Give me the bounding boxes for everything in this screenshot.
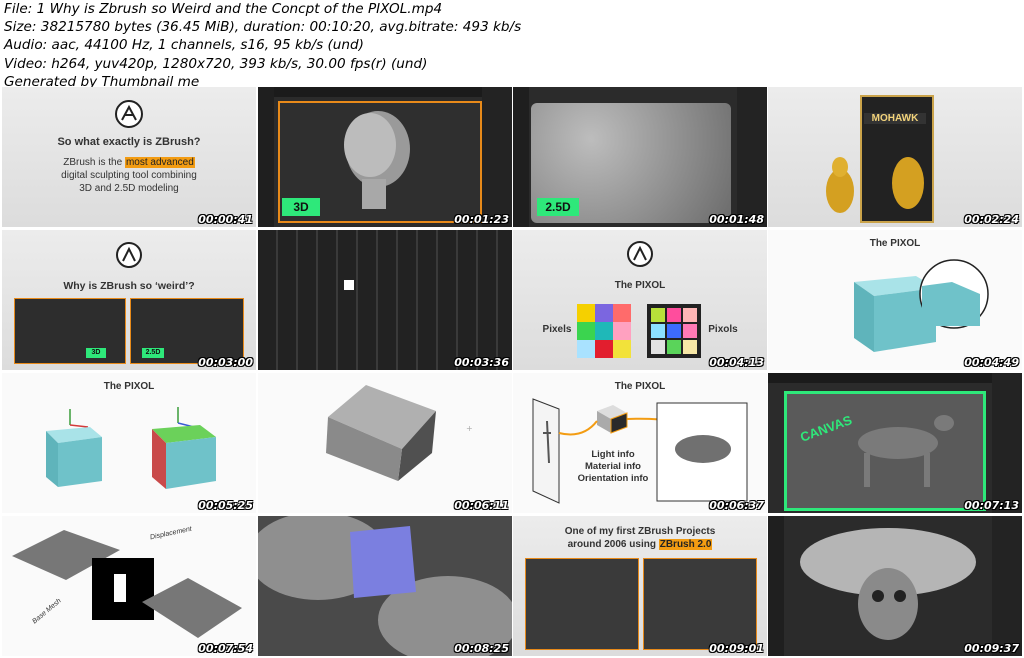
thumbnail-13[interactable]: Displacement Base Mesh 00:07:54: [2, 516, 256, 656]
thumbnail-9[interactable]: The PIXOL 00:05:25: [2, 373, 256, 513]
timestamp: 00:09:01: [709, 642, 764, 655]
thumbnail-2[interactable]: 3D 00:01:23: [258, 87, 512, 227]
info-material: Material info: [585, 461, 641, 472]
timestamp: 00:05:25: [198, 499, 253, 512]
timestamp: 00:08:25: [454, 642, 509, 655]
thumbnail-6[interactable]: 00:03:36: [258, 230, 512, 370]
thumbnail-grid: So what exactly is ZBrush? ZBrush is the…: [0, 86, 1024, 658]
slide-title-1: One of my first ZBrush Projects: [564, 526, 716, 537]
menu-panels: [258, 230, 512, 370]
thumbnail-16[interactable]: 00:09:37: [768, 516, 1022, 656]
label-3d: 3D: [86, 348, 106, 358]
axis-cube-icon: [46, 407, 216, 489]
timestamp: 00:04:13: [709, 356, 764, 369]
timestamp: 00:03:36: [454, 356, 509, 369]
pixols-label: Pixols: [708, 324, 738, 335]
timestamp: 00:09:37: [964, 642, 1019, 655]
highlight-text: ZBrush 2.0: [658, 539, 713, 550]
thumbnail-8[interactable]: The PIXOL 00:04:49: [768, 230, 1022, 370]
slide-body-2: digital sculpting tool combining: [61, 170, 197, 181]
slide-title: Why is ZBrush so ‘weird’?: [63, 280, 195, 292]
thumbnail-5[interactable]: Why is ZBrush so ‘weird’? 3D 2.5D 00:03:…: [2, 230, 256, 370]
thumbnail-12[interactable]: CANVAS 00:07:13: [768, 373, 1022, 513]
size-line: Size: 38215780 bytes (36.45 MiB), durati…: [4, 19, 522, 36]
timestamp: 00:07:13: [964, 499, 1019, 512]
info-light: Light info: [591, 449, 635, 460]
title-text: around 2006 using: [567, 539, 659, 550]
old-screenshot-b: [643, 558, 757, 650]
thumbnail-14[interactable]: 00:08:25: [258, 516, 512, 656]
left-shelf: [513, 87, 529, 227]
old-screenshot-a: [525, 558, 639, 650]
figure-bust-icon: [826, 157, 924, 213]
timestamp: 00:06:37: [709, 499, 764, 512]
highlight-text: most advanced: [124, 157, 195, 168]
timestamp: 00:02:24: [964, 213, 1019, 226]
file-info-header: File: 1 Why is Zbrush so Weird and the C…: [4, 0, 1020, 91]
timestamp: 00:06:11: [454, 499, 509, 512]
pixelated-cube-icon: +: [326, 385, 473, 481]
body-text: ZBrush is the: [63, 157, 125, 168]
white-swatch: [344, 280, 354, 290]
timestamp: 00:07:54: [198, 642, 253, 655]
label-25d: 2.5D: [537, 198, 579, 216]
thumbnail-1[interactable]: So what exactly is ZBrush? ZBrush is the…: [2, 87, 256, 227]
timestamp: 00:01:23: [454, 213, 509, 226]
timestamp: 00:03:00: [198, 356, 253, 369]
file-line: File: 1 Why is Zbrush so Weird and the C…: [4, 1, 443, 17]
slide-title-2: around 2006 using ZBrush 2.0: [513, 539, 767, 550]
pixol-cube-icon: [854, 259, 989, 352]
slide-body-1: ZBrush is the most advanced: [2, 157, 256, 168]
audio-line: Audio: aac, 44100 Hz, 1 channels, s16, 9…: [4, 37, 364, 54]
displacement-diagram-icon: [12, 530, 242, 638]
pixel-grid-icon: [577, 304, 701, 358]
pixol-diagram-icon: [532, 398, 748, 504]
label-25d: 2.5D: [142, 348, 164, 358]
thumbnail-15[interactable]: One of my first ZBrush Projects around 2…: [513, 516, 767, 656]
thumbnail-4[interactable]: MOHAWK 00:02:24: [768, 87, 1022, 227]
normal-map-icon: [258, 516, 512, 656]
slide-body-3: 3D and 2.5D modeling: [79, 183, 179, 194]
thumbnail-11[interactable]: The PIXOL Light info Material info Orien…: [513, 373, 767, 513]
timestamp: 00:04:49: [964, 356, 1019, 369]
pixels-label: Pixels: [542, 324, 572, 335]
timestamp: 00:00:41: [198, 213, 253, 226]
mushroom-creature-icon: [800, 528, 976, 640]
slide-title: So what exactly is ZBrush?: [57, 136, 201, 148]
thumbnail-7[interactable]: The PIXOL Pixels Pixols 00:04:13: [513, 230, 767, 370]
info-orientation: Orientation info: [577, 473, 649, 484]
label-3d: 3D: [282, 198, 320, 216]
screenshot-3d: [14, 298, 126, 364]
video-line: Video: h264, yuv420p, 1280x720, 393 kb/s…: [4, 55, 428, 72]
svg-text:+: +: [466, 424, 473, 433]
right-tray: [737, 87, 767, 227]
thumbnail-3[interactable]: 2.5D 00:01:48: [513, 87, 767, 227]
timestamp: 00:01:48: [709, 213, 764, 226]
thumbnail-10[interactable]: + 00:06:11: [258, 373, 512, 513]
